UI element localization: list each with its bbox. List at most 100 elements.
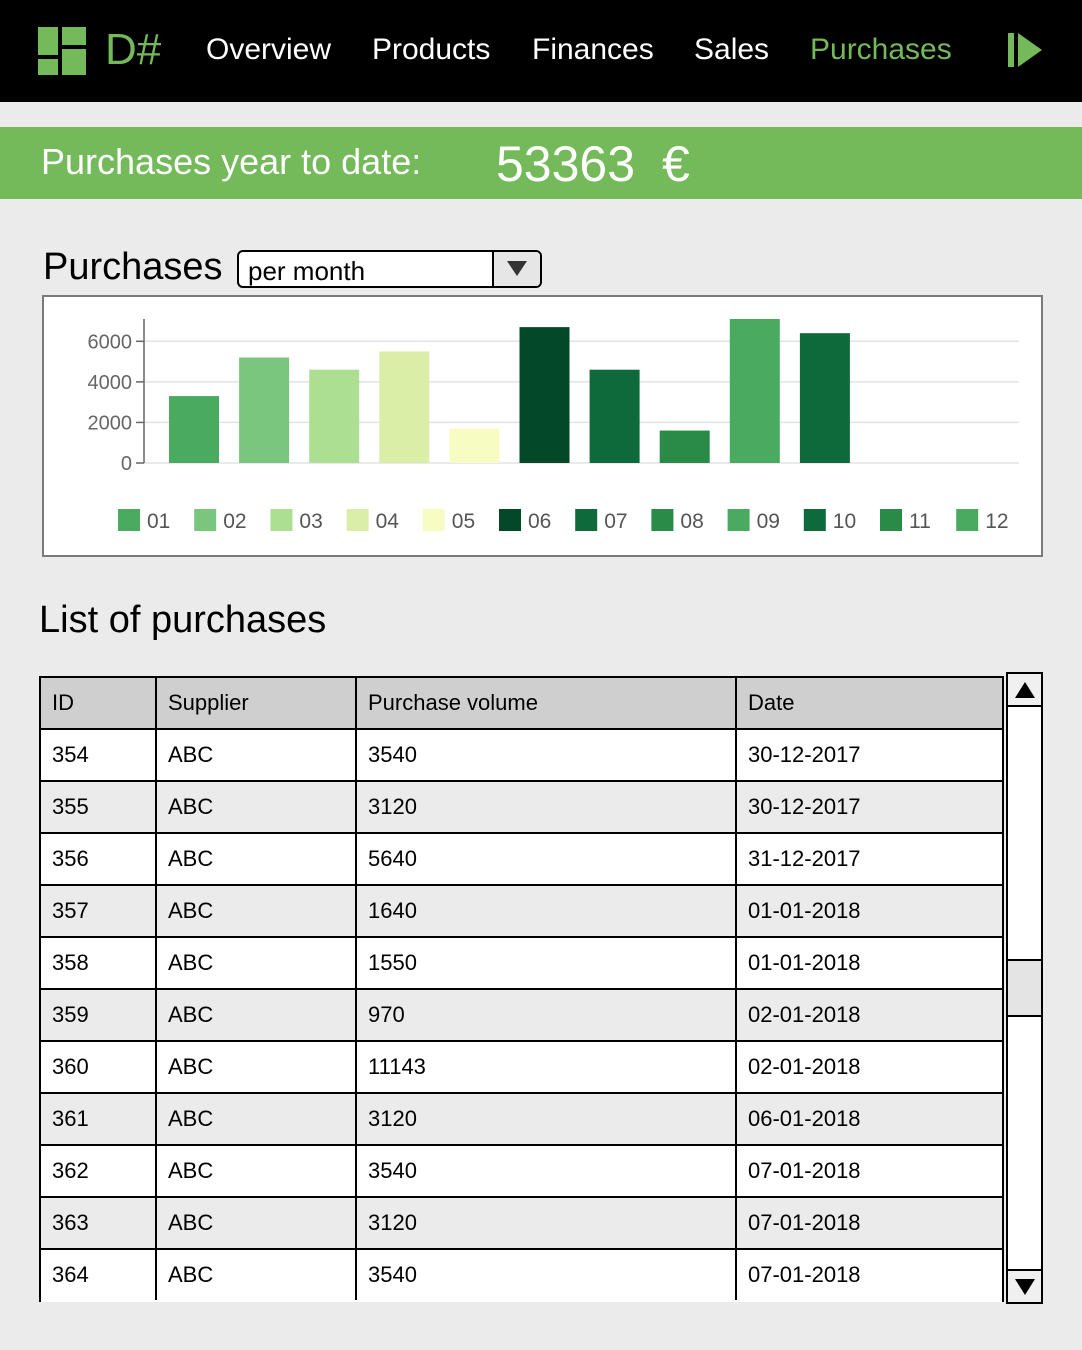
bar-02 <box>239 357 290 463</box>
table-cell-purchase-volume: 3540 <box>355 730 735 780</box>
purchases-ytd-banner: Purchases year to date: 53363 € <box>0 127 1082 199</box>
table-cell-supplier: ABC <box>155 886 355 936</box>
legend-swatch-07 <box>575 509 598 531</box>
y-tick-label: 0 <box>121 453 132 475</box>
table-cell-date: 07-01-2018 <box>735 1146 1002 1196</box>
nav-item-finances[interactable]: Finances <box>532 31 654 69</box>
table-cell-id: 364 <box>52 1262 89 1287</box>
dropdown-button[interactable] <box>492 252 540 286</box>
table-row[interactable]: 364 ABC 3540 07-01-2018 <box>41 1250 1002 1302</box>
legend-swatch-02 <box>194 509 217 531</box>
bar-05 <box>449 428 500 463</box>
table-row[interactable]: 361 ABC 3120 06-01-2018 <box>41 1094 1002 1146</box>
table-cell-date: 02-01-2018 <box>735 1042 1002 1092</box>
legend-swatch-01 <box>118 509 140 531</box>
table-cell-date: 02-01-2018 <box>735 990 1002 1040</box>
dropdown-triangle-icon <box>507 261 527 276</box>
bar-07 <box>589 369 640 463</box>
table-cell-id: 357 <box>52 898 89 923</box>
bar-04 <box>379 351 430 463</box>
y-tick-label: 6000 <box>88 331 133 353</box>
table-row[interactable]: 360 ABC 11143 02-01-2018 <box>41 1042 1002 1094</box>
table-cell-id: 361 <box>52 1106 89 1131</box>
table-cell-purchase-volume: 1550 <box>355 938 735 988</box>
legend-label-12: 12 <box>985 510 1008 533</box>
table-cell-supplier: ABC <box>155 1094 355 1144</box>
legend-swatch-10 <box>803 509 826 531</box>
top-nav-bar: D# Overview Products Finances Sales Purc… <box>0 0 1082 102</box>
table-cell-supplier: ABC <box>155 938 355 988</box>
table-cell-purchase-volume: 970 <box>355 990 735 1040</box>
table-scrollbar[interactable] <box>1006 672 1043 1304</box>
column-header-id[interactable]: ID <box>41 678 155 728</box>
bar-03 <box>309 369 360 463</box>
purchases-table: ID Supplier Purchase volume Date 354 ABC 3… <box>39 676 1004 1302</box>
table-cell-purchase-volume: 11143 <box>355 1042 735 1092</box>
legend-swatch-04 <box>346 509 369 531</box>
brand-logo-text[interactable]: D# <box>105 24 161 76</box>
table-row[interactable]: 362 ABC 3540 07-01-2018 <box>41 1146 1002 1198</box>
table-cell-supplier: ABC <box>155 990 355 1040</box>
column-header-supplier[interactable]: Supplier <box>155 678 355 728</box>
bar-10 <box>799 333 850 463</box>
table-cell-supplier: ABC <box>155 1198 355 1248</box>
table-cell-date: 30-12-2017 <box>735 782 1002 832</box>
table-cell-purchase-volume: 5640 <box>355 834 735 884</box>
play-icon[interactable] <box>1008 33 1042 67</box>
nav-item-overview[interactable]: Overview <box>206 31 331 69</box>
table-row[interactable]: 354 ABC 3540 30-12-2017 <box>41 730 1002 782</box>
table-cell-purchase-volume: 3120 <box>355 1198 735 1248</box>
table-row[interactable]: 358 ABC 1550 01-01-2018 <box>41 938 1002 990</box>
nav-item-products[interactable]: Products <box>372 31 490 69</box>
y-tick-label: 4000 <box>88 372 133 394</box>
table-cell-id: 354 <box>52 742 89 767</box>
table-cell-id: 356 <box>52 846 89 871</box>
bar-01 <box>169 396 219 463</box>
ytd-label: Purchases year to date: <box>41 141 422 182</box>
column-header-purchase-volume[interactable]: Purchase volume <box>355 678 735 728</box>
legend-label-05: 05 <box>452 510 475 533</box>
table-cell-supplier: ABC <box>155 730 355 780</box>
table-cell-date: 06-01-2018 <box>735 1094 1002 1144</box>
table-row[interactable]: 363 ABC 3120 07-01-2018 <box>41 1198 1002 1250</box>
table-row[interactable]: 355 ABC 3120 30-12-2017 <box>41 782 1002 834</box>
legend-label-10: 10 <box>833 510 856 533</box>
table-cell-purchase-volume: 3120 <box>355 1094 735 1144</box>
period-select-value: per month <box>248 256 366 286</box>
chart-canvas: 0 2000 4000 6000 01 02 03 04 05 06 07 08 09 10 11 12 <box>88 319 1019 533</box>
table-cell-date: 31-12-2017 <box>735 834 1002 884</box>
table-cell-purchase-volume: 3120 <box>355 782 735 832</box>
scroll-down-button[interactable] <box>1008 1269 1041 1302</box>
scroll-up-button[interactable] <box>1008 674 1041 707</box>
bar-08 <box>659 430 710 463</box>
table-cell-id: 358 <box>52 950 89 975</box>
legend-label-04: 04 <box>376 510 400 533</box>
legend-label-02: 02 <box>223 510 246 533</box>
legend-swatch-05 <box>422 509 445 531</box>
chart-section-title: Purchases <box>43 246 223 288</box>
period-select[interactable]: per month <box>237 250 542 288</box>
table-cell-purchase-volume: 3540 <box>355 1146 735 1196</box>
table-cell-id: 362 <box>52 1158 89 1183</box>
legend-swatch-12 <box>956 509 979 531</box>
table-cell-supplier: ABC <box>155 1146 355 1196</box>
nav-item-purchases[interactable]: Purchases <box>810 31 952 69</box>
table-cell-date: 07-01-2018 <box>735 1198 1002 1248</box>
legend-label-09: 09 <box>757 510 780 533</box>
table-row[interactable]: 357 ABC 1640 01-01-2018 <box>41 886 1002 938</box>
legend-swatch-08 <box>651 509 674 531</box>
legend-swatch-03 <box>270 509 293 531</box>
legend-label-08: 08 <box>680 510 703 533</box>
legend-swatch-09 <box>727 509 750 531</box>
table-row[interactable]: 359 ABC 970 02-01-2018 <box>41 990 1002 1042</box>
scroll-thumb[interactable] <box>1008 959 1041 1017</box>
grid-logo-icon[interactable] <box>38 27 86 75</box>
table-cell-purchase-volume: 3540 <box>355 1250 735 1300</box>
column-header-date[interactable]: Date <box>735 678 1002 728</box>
ytd-value: 53363 <box>496 136 636 192</box>
table-cell-id: 355 <box>52 794 89 819</box>
nav-item-sales[interactable]: Sales <box>694 31 769 69</box>
bar-09 <box>729 319 780 463</box>
bar-06 <box>519 327 570 463</box>
table-row[interactable]: 356 ABC 5640 31-12-2017 <box>41 834 1002 886</box>
